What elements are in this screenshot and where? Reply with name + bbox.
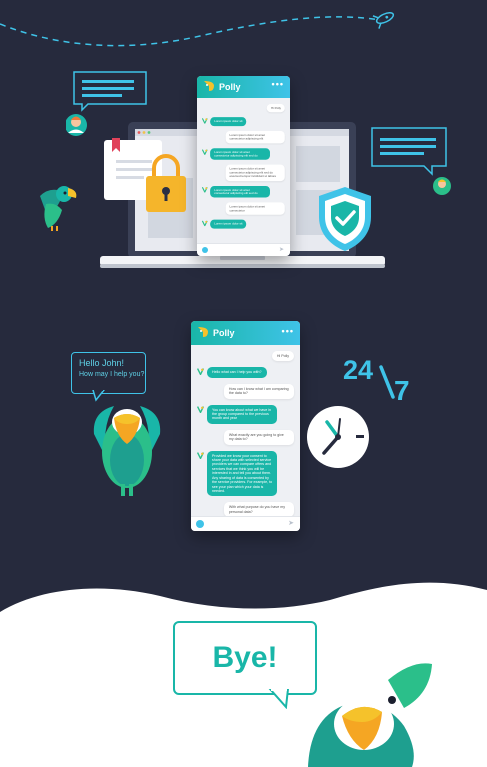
message-composer[interactable]: ➤ [197,243,290,256]
user-avatar [202,247,208,253]
bot-message: Lorem ipsum dolor sit amet consectetur a… [201,147,285,161]
bot-avatar-icon [197,405,204,413]
parrot-icon [40,186,77,231]
message-text: Lorem ipsum dolor sit amet consectetur [225,202,286,215]
message-text: Lorem ipsum dolor sit amet consectetur a… [210,185,270,198]
message-text: Lorem ipsum dolor sit amet consectetur a… [210,147,270,161]
shield-check-icon [319,187,371,251]
chat-header: Polly ••• [191,321,300,345]
chat-title: Polly [219,82,241,92]
bot-avatar-icon [201,149,208,155]
document-lock-icon [104,138,186,212]
bot-avatar-icon [197,451,204,459]
send-icon[interactable]: ➤ [279,246,284,253]
message-text: Provided we know your consent to share y… [207,450,278,497]
message-text: How can I know what I am comparing the d… [223,383,294,399]
greeting-line-2: How may I help you? [79,371,145,378]
bot-message: Hello what can I help you with? [197,367,294,378]
user-avatar [196,520,204,528]
message-text: You can know about what we have in the g… [207,404,278,424]
bye-text: Bye! [212,641,278,674]
greeting-bubble: Hello John! How may I help you? [71,352,146,394]
chat-header: Polly ••• [197,76,290,98]
user-message: Hi Polly [197,351,294,362]
user-message: What exactly are you going to give my da… [197,429,294,445]
parrot-waving-icon [308,663,432,767]
bot-message: Provided we know your consent to share y… [197,450,294,497]
top-chat-window: Polly ••• Hi Polly Lorem ipsum dolor sit L… [197,76,290,256]
bye-bubble: Bye! [173,621,317,695]
message-composer[interactable]: ➤ [191,516,300,531]
user-message: How can I know what I am comparing the d… [197,383,294,399]
bot-avatar-icon [201,220,208,227]
hours-number: 24 [343,355,374,385]
polly-logo-icon [204,81,214,91]
bot-message: Lorem ipsum dolor sit [201,219,285,229]
parrot-mascot-icon [93,406,161,496]
message-list: Hi Polly Hello what can I help you with? H… [191,351,300,531]
clock-icon [307,406,369,468]
message-text: Hello what can I help you with? [207,367,267,378]
user-message: Lorem ipsum dolor sit amet consectetur [202,202,286,215]
message-text: What exactly are you going to give my da… [223,429,294,445]
message-text: Hi Polly [271,351,294,362]
message-text: Lorem ipsum dolor sit [210,117,247,126]
send-icon[interactable]: ➤ [288,519,294,527]
agent-chat-bubble-icon [371,127,451,195]
polly-logo-icon [198,327,208,337]
bubble-tail-icon [92,390,105,402]
message-text: Lorem ipsum dolor sit amet consectetur a… [225,130,286,144]
bot-avatar-icon [197,368,204,376]
message-text: Lorem ipsum dolor sit amet consectetur a… [225,165,286,181]
bot-message: Lorem ipsum dolor sit amet consectetur a… [201,185,285,198]
user-message: Lorem ipsum dolor sit amet consectetur a… [202,165,286,181]
more-options-icon[interactable]: ••• [272,79,284,89]
user-message: Lorem ipsum dolor sit amet consectetur a… [202,130,286,144]
greeting-line-1: Hello John! [79,358,125,368]
main-chat-window: Polly ••• Hi Polly Hello what can I help … [191,321,300,531]
chat-title: Polly [213,328,235,338]
message-text: Hi Polly [266,104,286,113]
days-number: 7 [394,375,410,406]
bot-message: Lorem ipsum dolor sit [201,117,285,126]
bot-avatar-icon [201,186,208,193]
message-text: With what purpose do you have my persona… [223,502,294,518]
message-text: Lorem ipsum dolor sit [210,219,247,229]
message-list: Hi Polly Lorem ipsum dolor sit Lorem ipsum… [197,104,290,229]
user-message: Hi Polly [202,104,286,113]
bot-message: You can know about what we have in the g… [197,404,294,424]
bot-avatar-icon [201,118,208,125]
bubble-tail-icon [268,689,290,709]
user-message: With what purpose do you have my persona… [197,502,294,518]
user-chat-bubble-icon [66,71,147,136]
more-options-icon[interactable]: ••• [282,326,294,336]
